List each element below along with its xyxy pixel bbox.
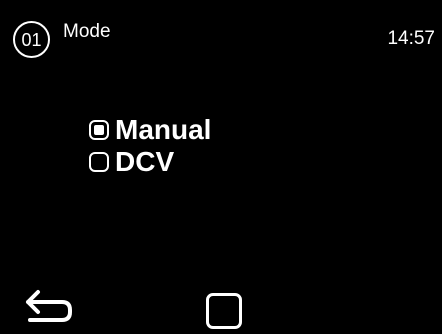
mode-option-label: DCV — [115, 146, 175, 177]
checked-radio-icon[interactable] — [89, 120, 109, 140]
mode-option-dcv[interactable]: DCV — [89, 146, 329, 178]
mode-options: Manual DCV — [89, 114, 329, 178]
page-title: Mode — [63, 21, 111, 42]
clock-time: 14:57 — [387, 28, 435, 49]
device-screen: 01 Mode 14:57 Manual DCV — [0, 0, 442, 334]
back-arrow-icon — [26, 290, 72, 322]
mode-option-manual[interactable]: Manual — [89, 114, 329, 146]
home-button[interactable] — [206, 293, 242, 329]
unchecked-radio-icon[interactable] — [89, 152, 109, 172]
mode-option-label: Manual — [115, 114, 212, 145]
back-button[interactable] — [24, 284, 76, 326]
page-number-badge: 01 — [13, 21, 50, 58]
